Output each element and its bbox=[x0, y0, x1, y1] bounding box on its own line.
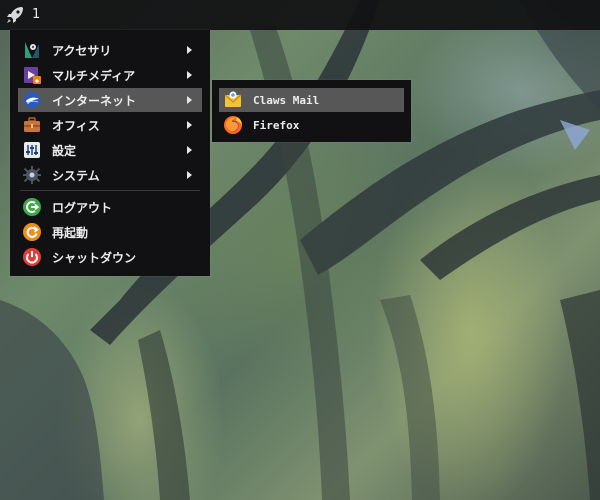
menu-item-label: 再起動 bbox=[52, 225, 89, 240]
internet-icon bbox=[22, 90, 42, 110]
menu-item-label: アクセサリ bbox=[52, 43, 112, 58]
submenu-arrow-icon bbox=[187, 71, 192, 79]
workspace-indicator[interactable]: 1 bbox=[32, 7, 40, 22]
menu-item-label: ログアウト bbox=[52, 200, 113, 215]
menu-item-label: オフィス bbox=[52, 118, 100, 133]
submenu-arrow-icon bbox=[187, 46, 192, 54]
shutdown-icon bbox=[22, 247, 42, 267]
menu-item-restart[interactable]: 再起動 bbox=[18, 220, 202, 244]
submenu-arrow-icon bbox=[187, 121, 192, 129]
submenu-item-firefox[interactable]: Firefox bbox=[219, 113, 404, 137]
multimedia-icon bbox=[22, 65, 42, 85]
settings-icon bbox=[22, 140, 42, 160]
internet-submenu: Claws Mail Firefox bbox=[212, 80, 411, 142]
menu-item-label: インターネット bbox=[52, 93, 137, 108]
menu-item-office[interactable]: オフィス bbox=[18, 113, 202, 137]
claws-mail-icon bbox=[223, 90, 243, 110]
restart-icon bbox=[22, 222, 42, 242]
submenu-arrow-icon bbox=[187, 171, 192, 179]
logout-icon bbox=[22, 197, 42, 217]
menu-item-label: 設定 bbox=[52, 143, 77, 158]
menu-item-settings[interactable]: 設定 bbox=[18, 138, 202, 162]
submenu-item-label: Claws Mail bbox=[253, 93, 320, 107]
top-panel: 1 bbox=[0, 0, 600, 30]
submenu-arrow-icon bbox=[187, 146, 192, 154]
menu-separator bbox=[20, 190, 200, 191]
submenu-arrow-icon bbox=[187, 96, 192, 104]
menu-item-system[interactable]: システム bbox=[18, 163, 202, 187]
rocket-icon[interactable] bbox=[4, 4, 26, 26]
system-icon bbox=[22, 165, 42, 185]
menu-item-logout[interactable]: ログアウト bbox=[18, 195, 202, 219]
menu-item-label: マルチメディア bbox=[52, 68, 136, 83]
submenu-item-label: Firefox bbox=[253, 118, 300, 132]
menu-item-multimedia[interactable]: マルチメディア bbox=[18, 63, 202, 87]
accessories-icon bbox=[22, 40, 42, 60]
menu-item-label: システム bbox=[52, 168, 100, 183]
office-icon bbox=[22, 115, 42, 135]
application-menu: アクセサリ マルチメディア インターネット オフィス 設定 システム ログアウト… bbox=[10, 30, 210, 276]
menu-item-shutdown[interactable]: シャットダウン bbox=[18, 245, 202, 269]
menu-item-label: シャットダウン bbox=[52, 250, 137, 265]
menu-item-internet[interactable]: インターネット bbox=[18, 88, 202, 112]
menu-item-accessories[interactable]: アクセサリ bbox=[18, 38, 202, 62]
submenu-item-claws-mail[interactable]: Claws Mail bbox=[219, 88, 404, 112]
firefox-icon bbox=[223, 115, 243, 135]
